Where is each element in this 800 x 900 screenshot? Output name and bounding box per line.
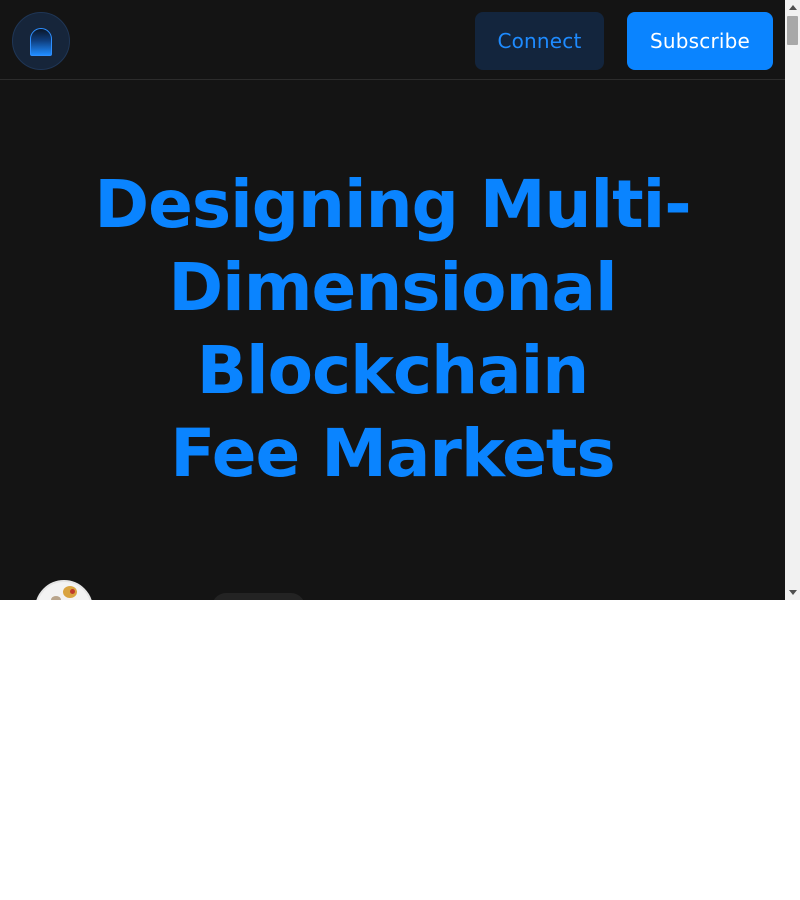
author-avatar[interactable] [35,580,93,600]
article-page: Connect Subscribe Designing Multi- Dimen… [0,0,785,600]
article-title-line: Designing Multi- [94,166,691,243]
author-chip[interactable] [212,593,305,600]
author-name-partial[interactable] [106,592,166,600]
scroll-up-arrow-icon[interactable] [785,0,800,15]
article-title: Designing Multi- Dimensional Blockchain … [40,163,745,495]
subscribe-button[interactable]: Subscribe [627,12,773,70]
connect-button[interactable]: Connect [475,12,604,70]
scrollbar-thumb[interactable] [787,16,798,45]
vertical-scrollbar[interactable] [785,0,800,600]
avatar-art [70,589,75,594]
article-title-line: Fee Markets [170,415,615,492]
site-logo[interactable] [12,12,70,70]
scroll-down-arrow-icon[interactable] [785,585,800,600]
browser-viewport: Connect Subscribe Designing Multi- Dimen… [0,0,800,600]
site-header: Connect Subscribe [0,0,785,80]
arch-logo-icon [30,28,52,56]
article-title-line: Dimensional [168,249,617,326]
article-title-line: Blockchain [196,332,590,409]
avatar-art [51,596,61,600]
